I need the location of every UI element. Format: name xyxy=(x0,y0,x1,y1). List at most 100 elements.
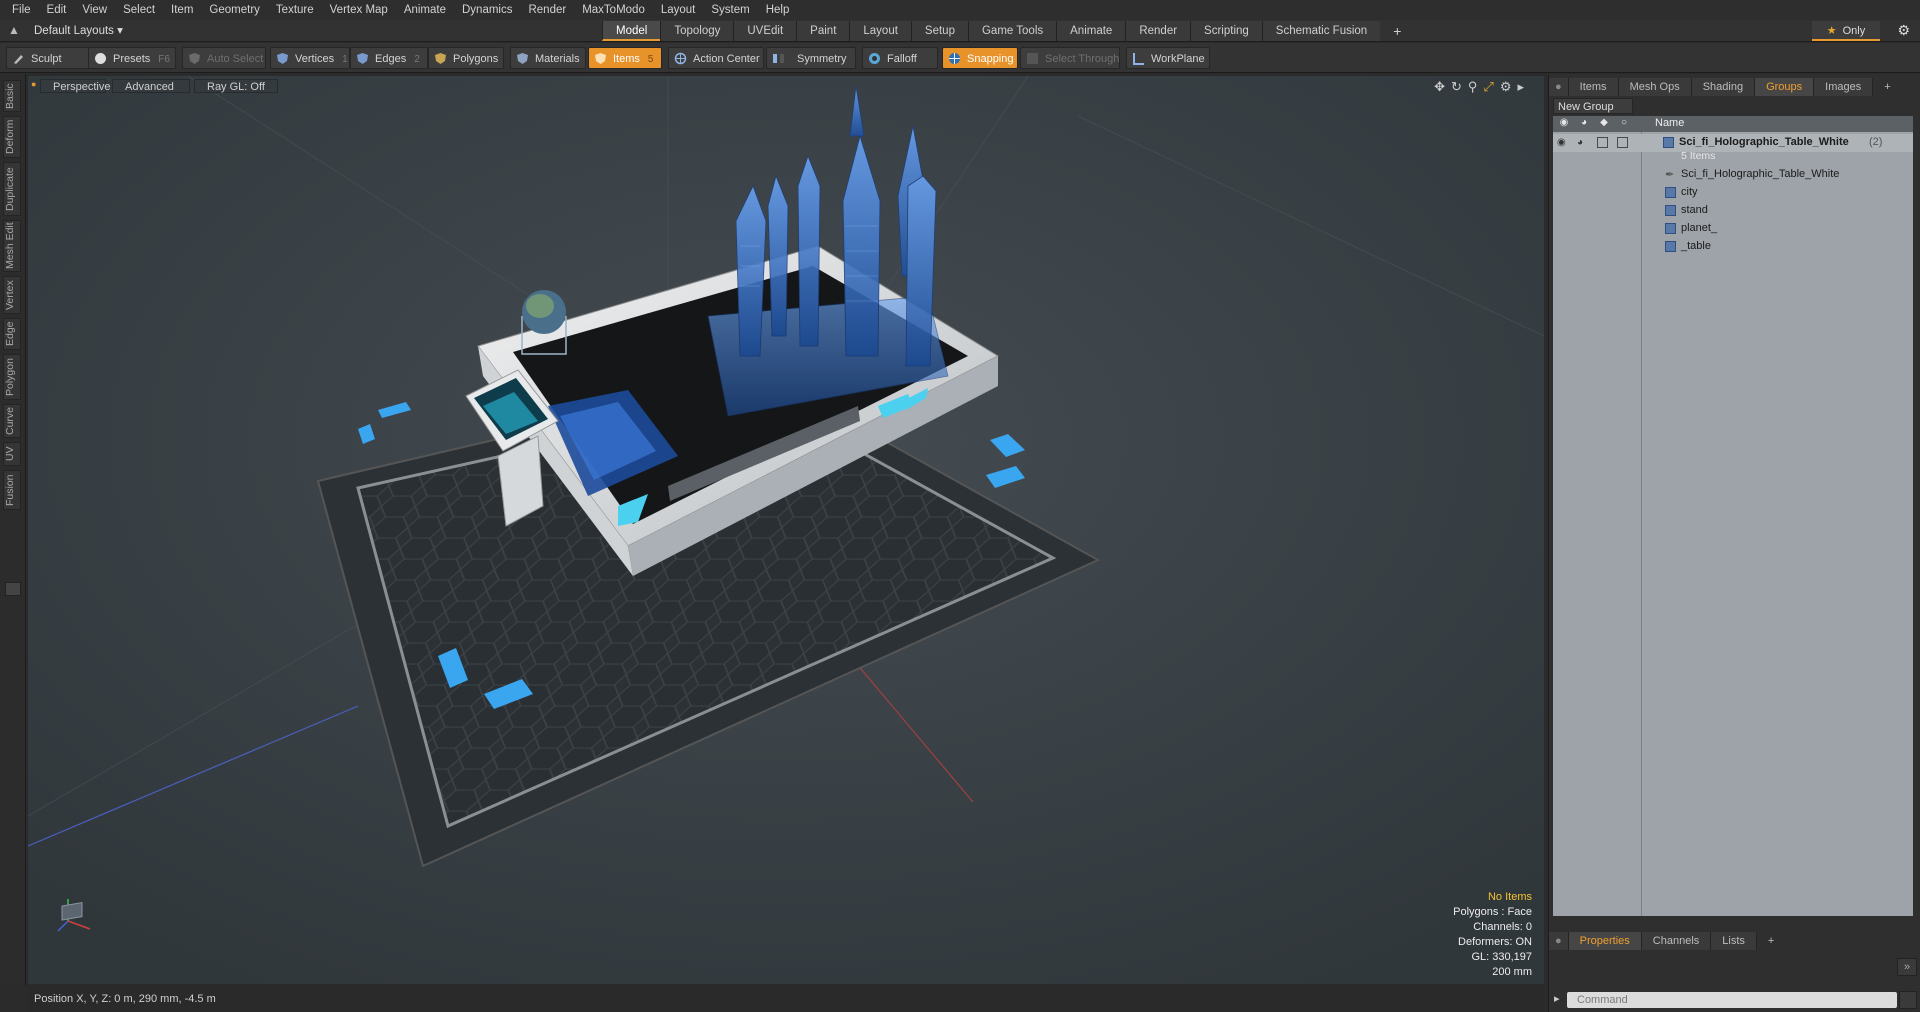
add-panel-tab-icon[interactable]: + xyxy=(1873,78,1901,96)
fit-icon[interactable]: ⤢ xyxy=(1483,79,1493,95)
tab-channels[interactable]: Channels xyxy=(1641,932,1712,950)
workplane-button[interactable]: WorkPlane xyxy=(1126,47,1210,69)
advanced-dropdown[interactable]: Advanced xyxy=(112,79,190,93)
viewport-tools: ✥ ↻ ⚲ ⤢ ⚙ ▸ xyxy=(1434,79,1524,95)
vtab-curve[interactable]: Curve xyxy=(3,404,21,438)
presets-button[interactable]: Presets F6 xyxy=(88,47,176,69)
add-properties-tab-icon[interactable]: + xyxy=(1757,932,1785,950)
rotate-icon[interactable]: ↻ xyxy=(1451,79,1462,95)
add-tab-icon[interactable]: + xyxy=(1380,21,1414,41)
lock-checkbox[interactable] xyxy=(1597,137,1608,148)
tab-lists[interactable]: Lists xyxy=(1711,932,1757,950)
sculpt-button[interactable]: Sculpt xyxy=(6,47,92,69)
tab-items[interactable]: Items xyxy=(1568,78,1619,96)
menu-maxtomodo[interactable]: MaxToModo xyxy=(574,0,653,20)
vtab-fusion[interactable]: Fusion xyxy=(3,470,21,510)
vtab-polygon[interactable]: Polygon xyxy=(3,354,21,400)
menu-geometry[interactable]: Geometry xyxy=(201,0,268,20)
name-column-header[interactable]: Name xyxy=(1655,117,1684,129)
zoom-icon[interactable]: ⚲ xyxy=(1468,79,1478,95)
menu-file[interactable]: File xyxy=(4,0,39,20)
tab-options-button[interactable] xyxy=(5,582,21,596)
menu-texture[interactable]: Texture xyxy=(268,0,322,20)
group-cube-icon xyxy=(1663,137,1674,148)
tab-shading[interactable]: Shading xyxy=(1691,78,1756,96)
vtab-mesh-edit[interactable]: Mesh Edit xyxy=(3,220,21,272)
command-history-button[interactable] xyxy=(1899,991,1917,1009)
layout-tabs: Model Topology UVEdit Paint Layout Setup… xyxy=(602,21,1414,41)
panel-menu-icon[interactable]: ● xyxy=(1549,78,1569,96)
menu-dynamics[interactable]: Dynamics xyxy=(454,0,520,20)
tab-properties[interactable]: Properties xyxy=(1568,932,1642,950)
edges-icon xyxy=(357,53,368,64)
tab-setup[interactable]: Setup xyxy=(910,21,968,41)
menu-animate[interactable]: Animate xyxy=(396,0,454,20)
polygons-button[interactable]: Polygons xyxy=(428,47,504,69)
new-group-button[interactable]: New Group xyxy=(1553,98,1633,114)
menu-vertex-map[interactable]: Vertex Map xyxy=(322,0,396,20)
layout-dropdown[interactable]: Default Layouts ▾ xyxy=(26,22,131,40)
select-checkbox[interactable] xyxy=(1617,137,1628,148)
items-button[interactable]: Items 5 xyxy=(588,47,662,69)
menu-help[interactable]: Help xyxy=(758,0,798,20)
gear-icon[interactable]: ⚙ xyxy=(1897,22,1910,39)
menu-render[interactable]: Render xyxy=(520,0,574,20)
tab-images[interactable]: Images xyxy=(1814,78,1874,96)
command-input[interactable]: Command xyxy=(1567,992,1897,1008)
child-row[interactable]: ✒ Sci_fi_Holographic_Table_White xyxy=(1553,166,1913,184)
vtab-vertex[interactable]: Vertex xyxy=(3,276,21,314)
select-header-icon[interactable]: ○ xyxy=(1615,117,1633,131)
tab-schematic-fusion[interactable]: Schematic Fusion xyxy=(1261,21,1381,41)
only-button[interactable]: ★ Only xyxy=(1812,21,1880,41)
tab-groups[interactable]: Groups xyxy=(1755,78,1815,96)
select-through-icon xyxy=(1027,53,1038,64)
tab-animate[interactable]: Animate xyxy=(1056,21,1126,41)
menu-item[interactable]: Item xyxy=(163,0,201,20)
tab-paint[interactable]: Paint xyxy=(796,21,850,41)
menu-layout[interactable]: Layout xyxy=(653,0,704,20)
visibility-header-icon[interactable]: ◉ xyxy=(1555,117,1573,131)
tab-render[interactable]: Render xyxy=(1125,21,1191,41)
falloff-button[interactable]: Falloff xyxy=(862,47,938,69)
child-row[interactable]: stand xyxy=(1553,202,1913,220)
tab-scripting[interactable]: Scripting xyxy=(1190,21,1262,41)
mesh-cube-icon xyxy=(1665,223,1676,234)
tab-game-tools[interactable]: Game Tools xyxy=(967,21,1057,41)
vtab-basic[interactable]: Basic xyxy=(3,80,21,112)
3d-viewport[interactable]: ● Perspective Advanced Ray GL: Off ✥ ↻ ⚲… xyxy=(28,76,1544,984)
child-row[interactable]: _table xyxy=(1553,238,1913,256)
tab-mesh-ops[interactable]: Mesh Ops xyxy=(1618,78,1692,96)
snapping-button[interactable]: Snapping xyxy=(942,47,1018,69)
vertices-button[interactable]: Vertices 1 xyxy=(270,47,350,69)
tab-topology[interactable]: Topology xyxy=(660,21,734,41)
vtab-deform[interactable]: Deform xyxy=(3,116,21,158)
collapse-icon[interactable]: ▲ xyxy=(8,23,20,37)
render-header-icon[interactable]: ◕ xyxy=(1575,117,1593,131)
auto-select-button[interactable]: Auto Select xyxy=(182,47,266,69)
symmetry-button[interactable]: Symmetry xyxy=(766,47,856,69)
materials-button[interactable]: Materials xyxy=(510,47,586,69)
viewport-menu-icon[interactable]: ▸ xyxy=(1517,79,1524,95)
action-center-button[interactable]: Action Center xyxy=(668,47,764,69)
menu-edit[interactable]: Edit xyxy=(39,0,75,20)
tab-layout[interactable]: Layout xyxy=(849,21,911,41)
tab-uvedit[interactable]: UVEdit xyxy=(733,21,797,41)
raygl-dropdown[interactable]: Ray GL: Off xyxy=(194,79,278,93)
menu-view[interactable]: View xyxy=(74,0,115,20)
vtab-uv[interactable]: UV xyxy=(3,442,21,466)
vtab-duplicate[interactable]: Duplicate xyxy=(3,162,21,216)
child-row[interactable]: city xyxy=(1553,184,1913,202)
select-through-button[interactable]: Select Through xyxy=(1020,47,1120,69)
menu-system[interactable]: System xyxy=(703,0,757,20)
pan-icon[interactable]: ✥ xyxy=(1434,79,1445,95)
tab-model[interactable]: Model xyxy=(602,21,661,41)
viewport-gear-icon[interactable]: ⚙ xyxy=(1500,79,1512,95)
lock-header-icon[interactable]: ◆ xyxy=(1595,117,1613,131)
edges-button[interactable]: Edges 2 xyxy=(350,47,428,69)
child-row[interactable]: planet_ xyxy=(1553,220,1913,238)
expand-icon[interactable]: » xyxy=(1897,958,1917,976)
properties-menu-icon[interactable]: ● xyxy=(1549,932,1569,950)
menu-select[interactable]: Select xyxy=(115,0,163,20)
perspective-dropdown[interactable]: Perspective xyxy=(40,79,110,93)
vtab-edge[interactable]: Edge xyxy=(3,318,21,350)
